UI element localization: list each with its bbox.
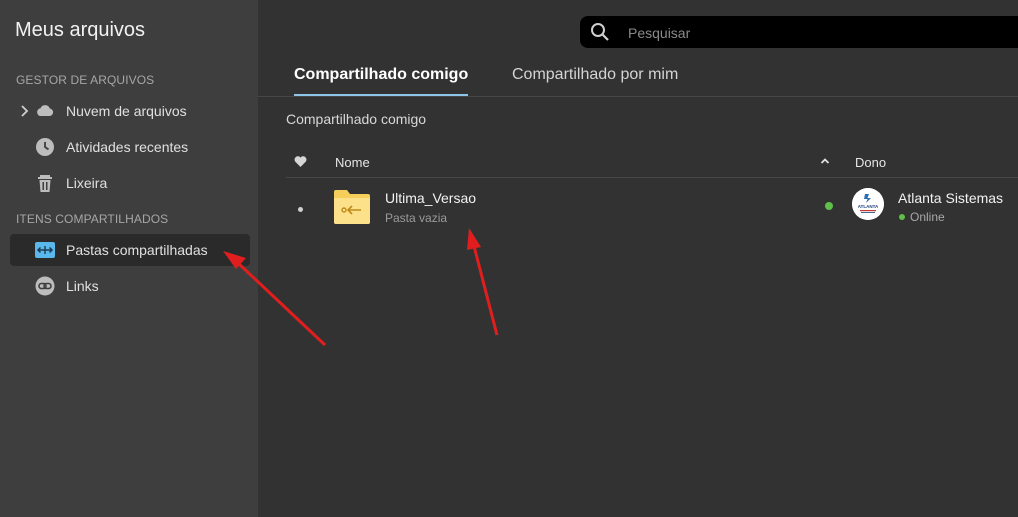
favorite-indicator[interactable] <box>298 207 303 212</box>
sidebar-item-label: Pastas compartilhadas <box>66 242 208 258</box>
table-header: Nome Dono <box>286 148 1018 178</box>
sidebar-item-label: Lixeira <box>66 175 108 191</box>
sidebar-item-label: Nuvem de arquivos <box>66 103 187 119</box>
sync-status-dot <box>825 202 833 210</box>
file-subtitle: Pasta vazia <box>385 211 448 225</box>
sidebar-item-links[interactable]: Links <box>10 270 250 302</box>
sidebar-item-trash[interactable]: Lixeira <box>10 167 250 199</box>
owner-name: Atlanta Sistemas <box>898 190 1004 206</box>
clock-icon <box>36 138 54 156</box>
sort-ascending-icon[interactable] <box>820 157 830 165</box>
tab-shared-by-me[interactable]: Compartilhado por mim <box>512 66 678 96</box>
breadcrumb: Compartilhado comigo <box>286 111 427 127</box>
sidebar: Meus arquivos GESTOR DE ARQUIVOS Nuvem d… <box>0 0 258 517</box>
link-icon <box>35 276 55 296</box>
heart-icon[interactable] <box>294 155 307 168</box>
shared-folder-icon <box>35 242 55 258</box>
chevron-right-icon[interactable] <box>18 103 32 119</box>
owner-status: Online <box>910 210 945 224</box>
sidebar-item-cloud[interactable]: Nuvem de arquivos <box>10 95 250 127</box>
sidebar-item-label: Atividades recentes <box>66 139 189 155</box>
sidebar-item-shared-folders[interactable]: Pastas compartilhadas <box>10 234 250 266</box>
cloud-icon <box>37 105 54 116</box>
shared-folder-icon <box>334 190 370 224</box>
search-input[interactable] <box>626 16 1010 50</box>
search-bar[interactable] <box>580 16 1018 50</box>
table-row[interactable]: Ultima_Versao Pasta vazia ATLANTA Atlant… <box>286 180 1018 236</box>
app-title: Meus arquivos <box>15 19 146 41</box>
online-status-dot <box>899 214 905 220</box>
avatar: ATLANTA <box>852 188 884 220</box>
trash-icon <box>38 175 52 192</box>
search-icon <box>591 23 609 41</box>
file-name[interactable]: Ultima_Versao <box>385 190 476 206</box>
column-header-owner[interactable]: Dono <box>855 155 886 170</box>
section-title-file-manager: GESTOR DE ARQUIVOS <box>16 73 155 87</box>
avatar-text: ATLANTA <box>858 204 879 209</box>
tab-bar: Compartilhado comigo Compartilhado por m… <box>258 60 1018 97</box>
sidebar-item-label: Links <box>66 278 99 294</box>
section-title-shared-items: ITENS COMPARTILHADOS <box>16 212 169 226</box>
sidebar-item-recent-activities[interactable]: Atividades recentes <box>10 131 250 163</box>
column-header-name[interactable]: Nome <box>335 155 370 170</box>
main-panel: Compartilhado comigo Compartilhado por m… <box>258 0 1018 517</box>
tab-shared-with-me[interactable]: Compartilhado comigo <box>294 66 469 96</box>
